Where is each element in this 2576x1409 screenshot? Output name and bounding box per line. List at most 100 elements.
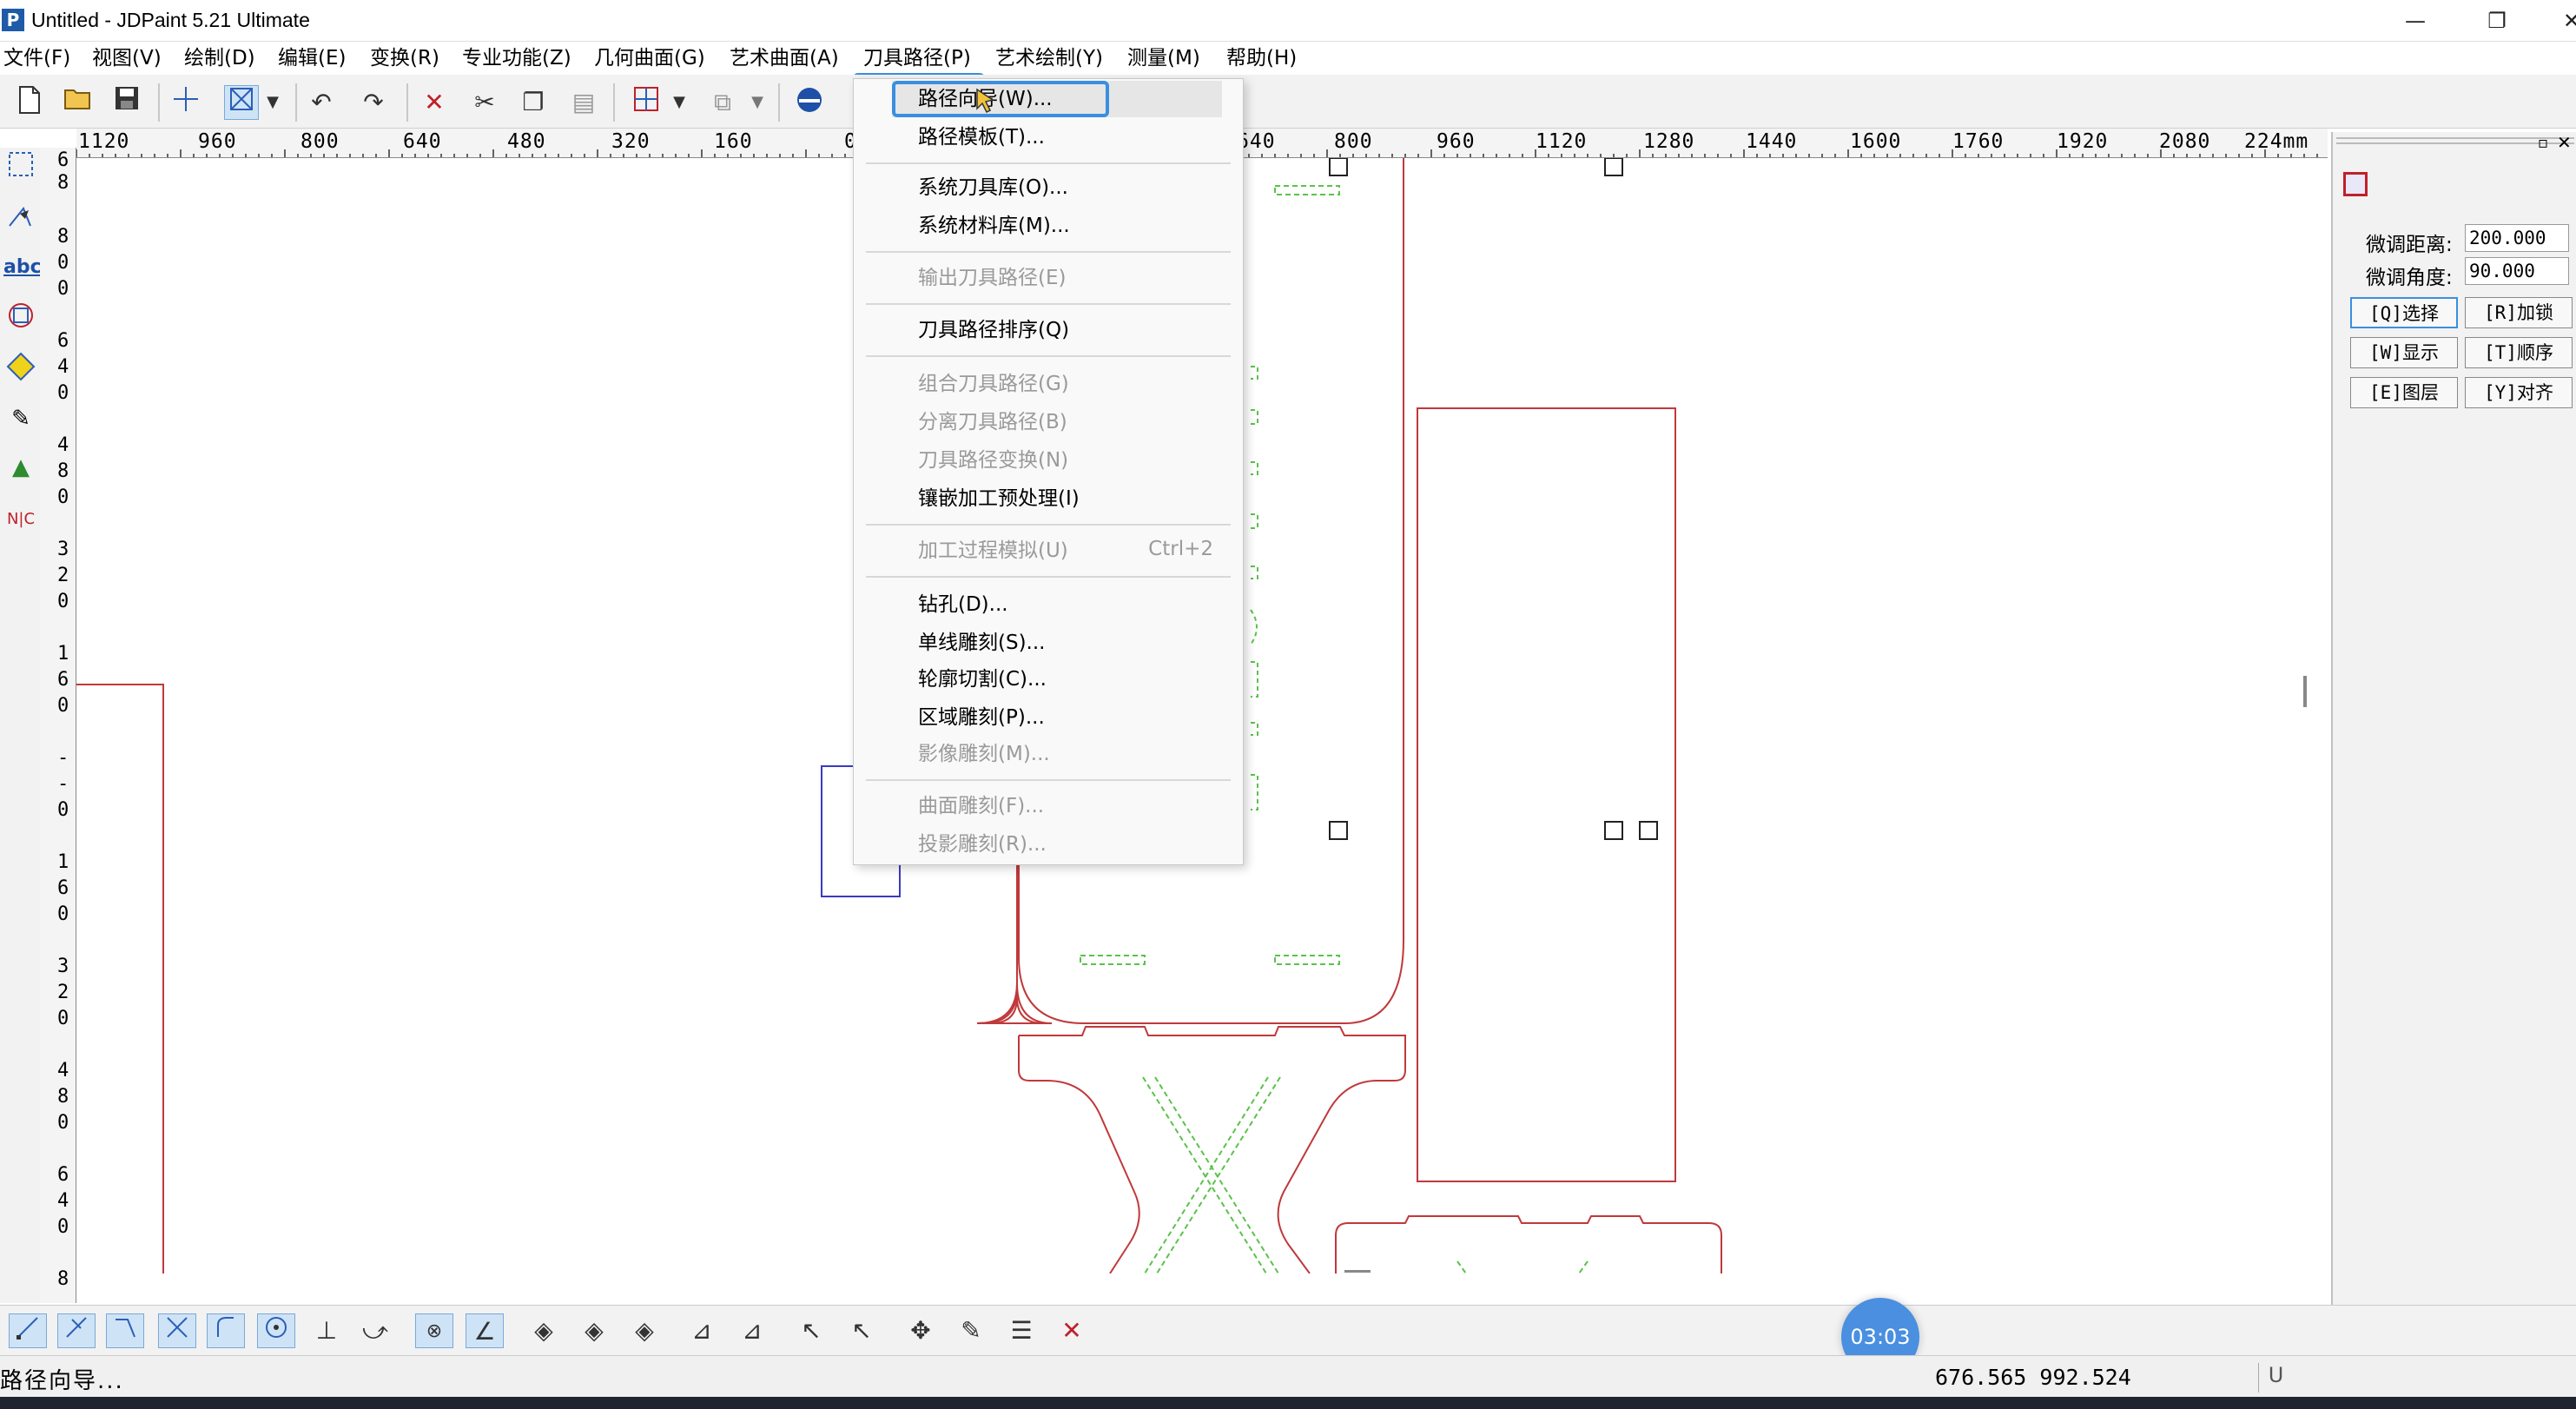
angle-input[interactable]: 90.000 <box>2465 257 2569 285</box>
delete-icon[interactable]: ✕ <box>417 85 452 120</box>
menu-professional[interactable]: 专业功能(Z) <box>462 45 571 71</box>
panel-splitter-handle[interactable] <box>2303 676 2307 707</box>
ruler-label: 8 <box>57 226 69 248</box>
menu-edit[interactable]: 编辑(E) <box>278 45 346 71</box>
menu-item-sort-toolpath[interactable]: 刀具路径排序(Q) <box>918 314 1069 347</box>
text-tool-icon[interactable]: abc <box>3 250 42 285</box>
new-file-icon[interactable] <box>12 85 47 120</box>
menu-item-transform-toolpath[interactable]: 刀具路径变换(N) <box>918 444 1068 477</box>
snap-midpoint-icon[interactable] <box>57 1313 96 1348</box>
node-edit-tool-icon[interactable] <box>3 202 38 236</box>
node-arrow-icon[interactable]: ↖ <box>792 1313 830 1348</box>
snap-perpendicular-icon[interactable] <box>106 1313 144 1348</box>
unit-indicator: U <box>2258 1363 2293 1392</box>
menu-item-contour-cut[interactable]: 轮廓切割(C)... <box>918 663 1047 696</box>
undo-icon[interactable]: ↶ <box>304 85 339 120</box>
snap-foot-icon[interactable]: ⊥ <box>307 1313 346 1348</box>
menu-measure[interactable]: 测量(M) <box>1127 45 1200 71</box>
align-node-icon[interactable]: ◈ <box>525 1313 563 1348</box>
paste-icon[interactable]: ▤ <box>566 85 601 120</box>
menu-art-draw[interactable]: 艺术绘制(Y) <box>995 45 1103 71</box>
lock-button[interactable]: [R]加锁 <box>2465 297 2573 328</box>
ruler-label: 2 <box>57 565 69 586</box>
menu-item-export-toolpath[interactable]: 输出刀具路径(E) <box>918 261 1066 294</box>
menu-item-projection-engrave[interactable]: 投影雕刻(R)... <box>918 828 1047 861</box>
ruler-label: 8 <box>57 1086 69 1108</box>
scroll-grip[interactable] <box>1344 1270 1371 1273</box>
ruler-label: - <box>57 773 69 795</box>
layer-up-icon[interactable]: ⊿ <box>683 1313 721 1348</box>
menu-draw[interactable]: 绘制(D) <box>184 45 255 71</box>
distance-input[interactable]: 200.000 <box>2465 224 2569 252</box>
close-window-button[interactable]: ✕ <box>2541 3 2576 38</box>
dropdown-arrow-icon[interactable]: ▼ <box>262 85 283 120</box>
menu-item-simulate[interactable]: 加工过程模拟(U) <box>918 534 1068 567</box>
node-icon[interactable] <box>2343 172 2368 196</box>
menu-item-combine-toolpath[interactable]: 组合刀具路径(G) <box>918 367 1069 400</box>
toolpath-menu-dropdown: 路径向导(W)... 路径模板(T)... 系统刀具库(O)... 系统材料库(… <box>853 78 1244 865</box>
menu-item-drill[interactable]: 钻孔(D)... <box>918 588 1008 621</box>
snap-arc-icon[interactable] <box>207 1313 245 1348</box>
menu-art-surface[interactable]: 艺术曲面(A) <box>730 45 839 71</box>
ruler-label: 4 <box>57 356 69 378</box>
open-folder-icon[interactable] <box>61 85 96 120</box>
shade-icon[interactable] <box>792 85 827 120</box>
snap-grid-point-icon[interactable]: ⊗ <box>415 1313 453 1348</box>
menu-file[interactable]: 文件(F) <box>3 45 70 71</box>
cut-icon[interactable]: ✂ <box>467 85 502 120</box>
menu-item-inlay-preprocess[interactable]: 镶嵌加工预处理(I) <box>918 482 1080 515</box>
select-rect-tool-icon[interactable] <box>3 149 38 184</box>
edit-node-icon[interactable]: ✎ <box>952 1313 990 1348</box>
shape-tool-icon[interactable] <box>3 301 38 335</box>
show-button[interactable]: [W]显示 <box>2350 337 2458 368</box>
select-button[interactable]: [Q]选择 <box>2350 297 2458 328</box>
nc-tool-icon[interactable]: N|C <box>3 502 38 537</box>
snap-tangent-icon[interactable]: ⤻ <box>356 1313 394 1348</box>
snap-endpoint-icon[interactable] <box>9 1313 47 1348</box>
layer-button[interactable]: [E]图层 <box>2350 377 2458 408</box>
menu-item-split-toolpath[interactable]: 分离刀具路径(B) <box>918 406 1067 439</box>
menu-view[interactable]: 视图(V) <box>92 45 162 71</box>
select-box-icon[interactable] <box>224 85 259 120</box>
menu-geometric-surface[interactable]: 几何曲面(G) <box>594 45 705 71</box>
save-icon[interactable] <box>109 85 144 120</box>
align-button[interactable]: [Y]对齐 <box>2465 377 2573 408</box>
menu-toolpath[interactable]: 刀具路径(P) <box>863 45 971 71</box>
snap-angle-icon[interactable]: ∠ <box>466 1313 504 1348</box>
snap-center-icon[interactable] <box>257 1313 295 1348</box>
menu-item-area-engrave[interactable]: 区域雕刻(P)... <box>918 701 1045 734</box>
dropdown-arrow-icon[interactable]: ▼ <box>669 85 690 120</box>
transform-tool-icon[interactable] <box>3 351 38 386</box>
dropdown-arrow-icon[interactable]: ▼ <box>747 85 768 120</box>
minimize-button[interactable]: — <box>2385 3 2446 38</box>
order-button[interactable]: [T]顺序 <box>2465 337 2573 368</box>
menu-transform[interactable]: 变换(R) <box>370 45 439 71</box>
cancel-icon[interactable]: ✕ <box>1053 1313 1091 1348</box>
menu-help[interactable]: 帮助(H) <box>1226 45 1297 71</box>
snap-grid-icon[interactable] <box>629 85 664 120</box>
menu-item-path-template[interactable]: 路径模板(T)... <box>918 121 1045 154</box>
snap-intersection-icon[interactable] <box>158 1313 196 1348</box>
menu-item-tool-library[interactable]: 系统刀具库(O)... <box>918 171 1068 204</box>
align-node-3-icon[interactable]: ◈ <box>625 1313 664 1348</box>
panel-pin-icon[interactable]: ▫ <box>2538 134 2548 152</box>
panel-close-icon[interactable]: ✕ <box>2557 132 2572 153</box>
move-node-icon[interactable]: ✥ <box>902 1313 940 1348</box>
ruler-label: 0 <box>57 486 69 508</box>
layer-stack-icon[interactable]: ⊿ <box>733 1313 771 1348</box>
restore-button[interactable]: ❐ <box>2467 3 2527 38</box>
menu-item-image-engrave[interactable]: 影像雕刻(M)... <box>918 738 1050 771</box>
node-list-icon[interactable]: ☰ <box>1002 1313 1040 1348</box>
menu-item-single-line-engrave[interactable]: 单线雕刻(S)... <box>918 626 1045 659</box>
pen-tool-icon[interactable]: ✎ <box>3 401 38 436</box>
view-3d-icon[interactable]: ⧉ <box>705 85 740 120</box>
os-taskbar <box>0 1397 2576 1409</box>
redo-icon[interactable]: ↷ <box>356 85 391 120</box>
menu-item-surface-engrave[interactable]: 曲面雕刻(F)... <box>918 790 1044 823</box>
crosshair-icon[interactable] <box>168 85 203 120</box>
copy-icon[interactable]: ❐ <box>516 85 551 120</box>
node-delete-arrow-icon[interactable]: ↖ <box>842 1313 881 1348</box>
align-node-2-icon[interactable]: ◈ <box>575 1313 613 1348</box>
menu-item-material-library[interactable]: 系统材料库(M)... <box>918 209 1070 242</box>
surface-tool-icon[interactable]: ▲ <box>3 450 38 485</box>
